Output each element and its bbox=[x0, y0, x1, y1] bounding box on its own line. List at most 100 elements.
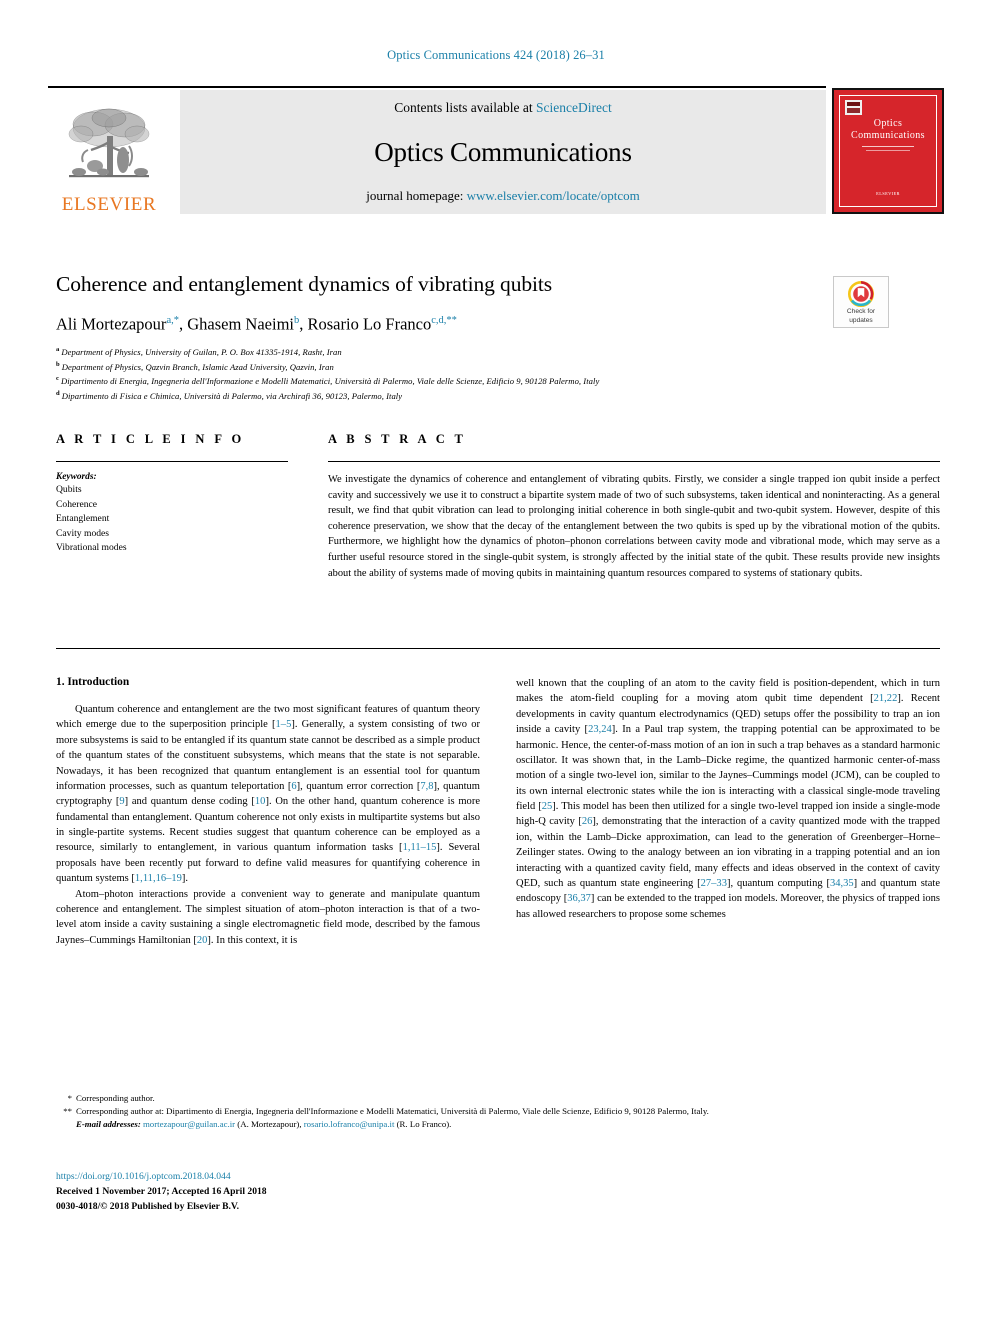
body-paragraph: Quantum coherence and entanglement are t… bbox=[56, 704, 480, 885]
article-page: Optics Communications 424 (2018) 26–31 E… bbox=[0, 0, 992, 1323]
affiliation-letter: d bbox=[56, 390, 60, 398]
citation-ref[interactable]: 27–33 bbox=[701, 878, 727, 889]
keyword-item: Coherence bbox=[56, 498, 98, 510]
author-name: Rosario Lo Franco bbox=[307, 314, 432, 334]
masthead-top-rule bbox=[48, 86, 826, 88]
author-name: Ghasem Naeimi bbox=[187, 314, 294, 334]
footnote-marker-double: ** bbox=[63, 1106, 72, 1117]
elsevier-logo: ELSEVIER bbox=[48, 90, 170, 214]
body-column-right: well known that the coupling of an atom … bbox=[516, 676, 940, 1076]
affiliation-letter: a bbox=[56, 345, 60, 353]
page-title: Coherence and entanglement dynamics of v… bbox=[56, 272, 553, 296]
author-affiliation-mark: c,d,** bbox=[431, 314, 457, 326]
doi-link[interactable]: https://doi.org/10.1016/j.optcom.2018.04… bbox=[56, 1170, 616, 1185]
affiliation-letter: b bbox=[56, 360, 60, 368]
crossmark-label-line2: updates bbox=[849, 316, 873, 324]
footnote-corresponding-author-text: Corresponding author. bbox=[76, 1093, 155, 1103]
sciencedirect-link[interactable]: ScienceDirect bbox=[536, 100, 612, 115]
affiliation-item: d Dipartimento di Fisica e Chimica, Unive… bbox=[56, 389, 816, 404]
email-owner-1: (A. Mortezapour), bbox=[237, 1119, 302, 1130]
body-columns: 1. Introduction Quantum coherence and en… bbox=[56, 676, 940, 1076]
contents-list-prefix: Contents lists available at bbox=[394, 100, 536, 115]
cover-publisher-logo-icon bbox=[845, 100, 862, 115]
citation-ref[interactable]: 1–5 bbox=[276, 719, 292, 730]
affiliation-text: Department of Physics, Qazvin Branch, Is… bbox=[61, 361, 334, 372]
keyword-item: Qubits bbox=[56, 484, 82, 495]
abstract-rule bbox=[328, 461, 940, 462]
journal-cover-thumbnail: Optics Communications ELSEVIER bbox=[832, 88, 944, 214]
title-block: Coherence and entanglement dynamics of v… bbox=[56, 272, 816, 404]
citation-ref[interactable]: 26 bbox=[582, 816, 593, 827]
journal-homepage-link[interactable]: www.elsevier.com/locate/optcom bbox=[467, 188, 640, 203]
article-info-column: A R T I C L E I N F O Keywords: Qubits C… bbox=[56, 432, 288, 556]
affiliation-item: c Dipartimento di Energia, Ingegneria del… bbox=[56, 374, 816, 389]
affiliation-item: a Department of Physics, University of Gu… bbox=[56, 345, 816, 360]
cover-title-line1: Optics bbox=[873, 118, 903, 129]
keywords-list: Qubits Coherence Entanglement Cavity mod… bbox=[56, 483, 288, 556]
email-link-1[interactable]: mortezapour@guilan.ac.ir bbox=[143, 1119, 235, 1129]
email-link-2[interactable]: rosario.lofranco@unipa.it bbox=[304, 1119, 395, 1129]
citation-ref[interactable]: 21,22 bbox=[874, 693, 898, 704]
body-paragraph: well known that the coupling of an atom … bbox=[516, 678, 940, 920]
body-paragraph: Atom–photon interactions provide a conve… bbox=[56, 888, 480, 946]
citation-ref[interactable]: 25 bbox=[542, 801, 553, 812]
citation-ref[interactable]: 1,11,16–19 bbox=[135, 873, 182, 884]
affiliation-text: Dipartimento di Fisica e Chimica, Univer… bbox=[61, 391, 403, 402]
info-abstract-bottom-rule bbox=[56, 648, 940, 649]
citation-ref[interactable]: 7,8 bbox=[420, 781, 433, 792]
affiliation-text: Dipartimento di Energia, Ingegneria dell… bbox=[60, 376, 600, 387]
footnote-corresponding-author-at: ** Corresponding author at: Dipartimento … bbox=[56, 1105, 940, 1118]
citation-ref[interactable]: 9 bbox=[119, 796, 124, 807]
footnote-block: * Corresponding author. ** Corresponding a… bbox=[56, 1092, 940, 1132]
received-accepted-line: Received 1 November 2017; Accepted 16 Ap… bbox=[56, 1185, 267, 1197]
journal-homepage-prefix: journal homepage: bbox=[366, 188, 467, 203]
footnote-email-addresses: E-mail addresses: mortezapour@guilan.ac.… bbox=[56, 1118, 940, 1131]
citation-ref[interactable]: 36,37 bbox=[567, 893, 591, 904]
keyword-item: Vibrational modes bbox=[56, 542, 127, 554]
cover-divider-2 bbox=[866, 150, 910, 151]
cover-footer-text: ELSEVIER bbox=[876, 191, 900, 197]
crossmark-label: Check for updates bbox=[847, 308, 875, 324]
footnote-corresponding-author: * Corresponding author. bbox=[56, 1092, 940, 1105]
journal-band: Contents lists available at ScienceDirec… bbox=[180, 90, 826, 214]
contents-list-line: Contents lists available at ScienceDirec… bbox=[394, 100, 611, 116]
author-affiliation-mark: a,* bbox=[166, 314, 179, 326]
journal-homepage-line: journal homepage: www.elsevier.com/locat… bbox=[366, 188, 640, 204]
keyword-item: Entanglement bbox=[56, 513, 110, 525]
citation-ref[interactable]: 6 bbox=[291, 781, 296, 792]
abstract-column: A B S T R A C T We investigate the dynam… bbox=[328, 432, 940, 581]
journal-cover-inner: Optics Communications ELSEVIER bbox=[839, 95, 937, 207]
crossmark-badge[interactable]: Check for updates bbox=[833, 276, 889, 328]
affiliation-item: b Department of Physics, Qazvin Branch, I… bbox=[56, 360, 816, 375]
section-heading-introduction: 1. Introduction bbox=[56, 676, 130, 688]
article-info-heading: A R T I C L E I N F O bbox=[56, 432, 245, 446]
crossmark-badge-icon bbox=[848, 281, 874, 308]
elsevier-wordmark: ELSEVIER bbox=[61, 194, 157, 215]
citation-ref[interactable]: 1,11–15 bbox=[403, 842, 437, 853]
journal-masthead: ELSEVIER Contents lists available at Sci… bbox=[48, 86, 944, 214]
citation-ref[interactable]: 10 bbox=[255, 796, 266, 807]
cover-divider-1 bbox=[862, 146, 914, 147]
author-list: Ali Mortezapoura,*, Ghasem Naeimib, Rosa… bbox=[56, 314, 816, 335]
journal-title: Optics Communications bbox=[374, 136, 632, 167]
elsevier-tree-icon bbox=[68, 108, 150, 178]
issn-copyright-line: 0030-4018/© 2018 Published by Elsevier B… bbox=[56, 1200, 239, 1212]
keywords-label: Keywords: bbox=[56, 472, 97, 482]
body-column-left: 1. Introduction Quantum coherence and en… bbox=[56, 676, 480, 1076]
affiliation-list: a Department of Physics, University of Gu… bbox=[56, 345, 816, 404]
citation-ref[interactable]: 34,35 bbox=[830, 878, 854, 889]
affiliation-letter: c bbox=[56, 375, 59, 383]
email-owner-2: (R. Lo Franco). bbox=[396, 1119, 452, 1130]
citation-ref[interactable]: 20 bbox=[197, 935, 208, 946]
keyword-item: Cavity modes bbox=[56, 527, 110, 539]
citation-ref[interactable]: 23,24 bbox=[588, 724, 612, 735]
author-separator: , bbox=[299, 314, 308, 334]
abstract-text: We investigate the dynamics of coherence… bbox=[328, 474, 940, 579]
author-separator: , bbox=[178, 314, 188, 334]
footnote-corresponding-author-at-text: Corresponding author at: Dipartimento di… bbox=[76, 1106, 709, 1117]
info-abstract-region: A R T I C L E I N F O Keywords: Qubits C… bbox=[56, 432, 940, 647]
footnote-marker-single: * bbox=[67, 1093, 72, 1103]
crossmark-label-line1: Check for bbox=[846, 308, 876, 316]
publication-info: https://doi.org/10.1016/j.optcom.2018.04… bbox=[56, 1170, 616, 1215]
running-head: Optics Communications 424 (2018) 26–31 bbox=[387, 48, 605, 62]
